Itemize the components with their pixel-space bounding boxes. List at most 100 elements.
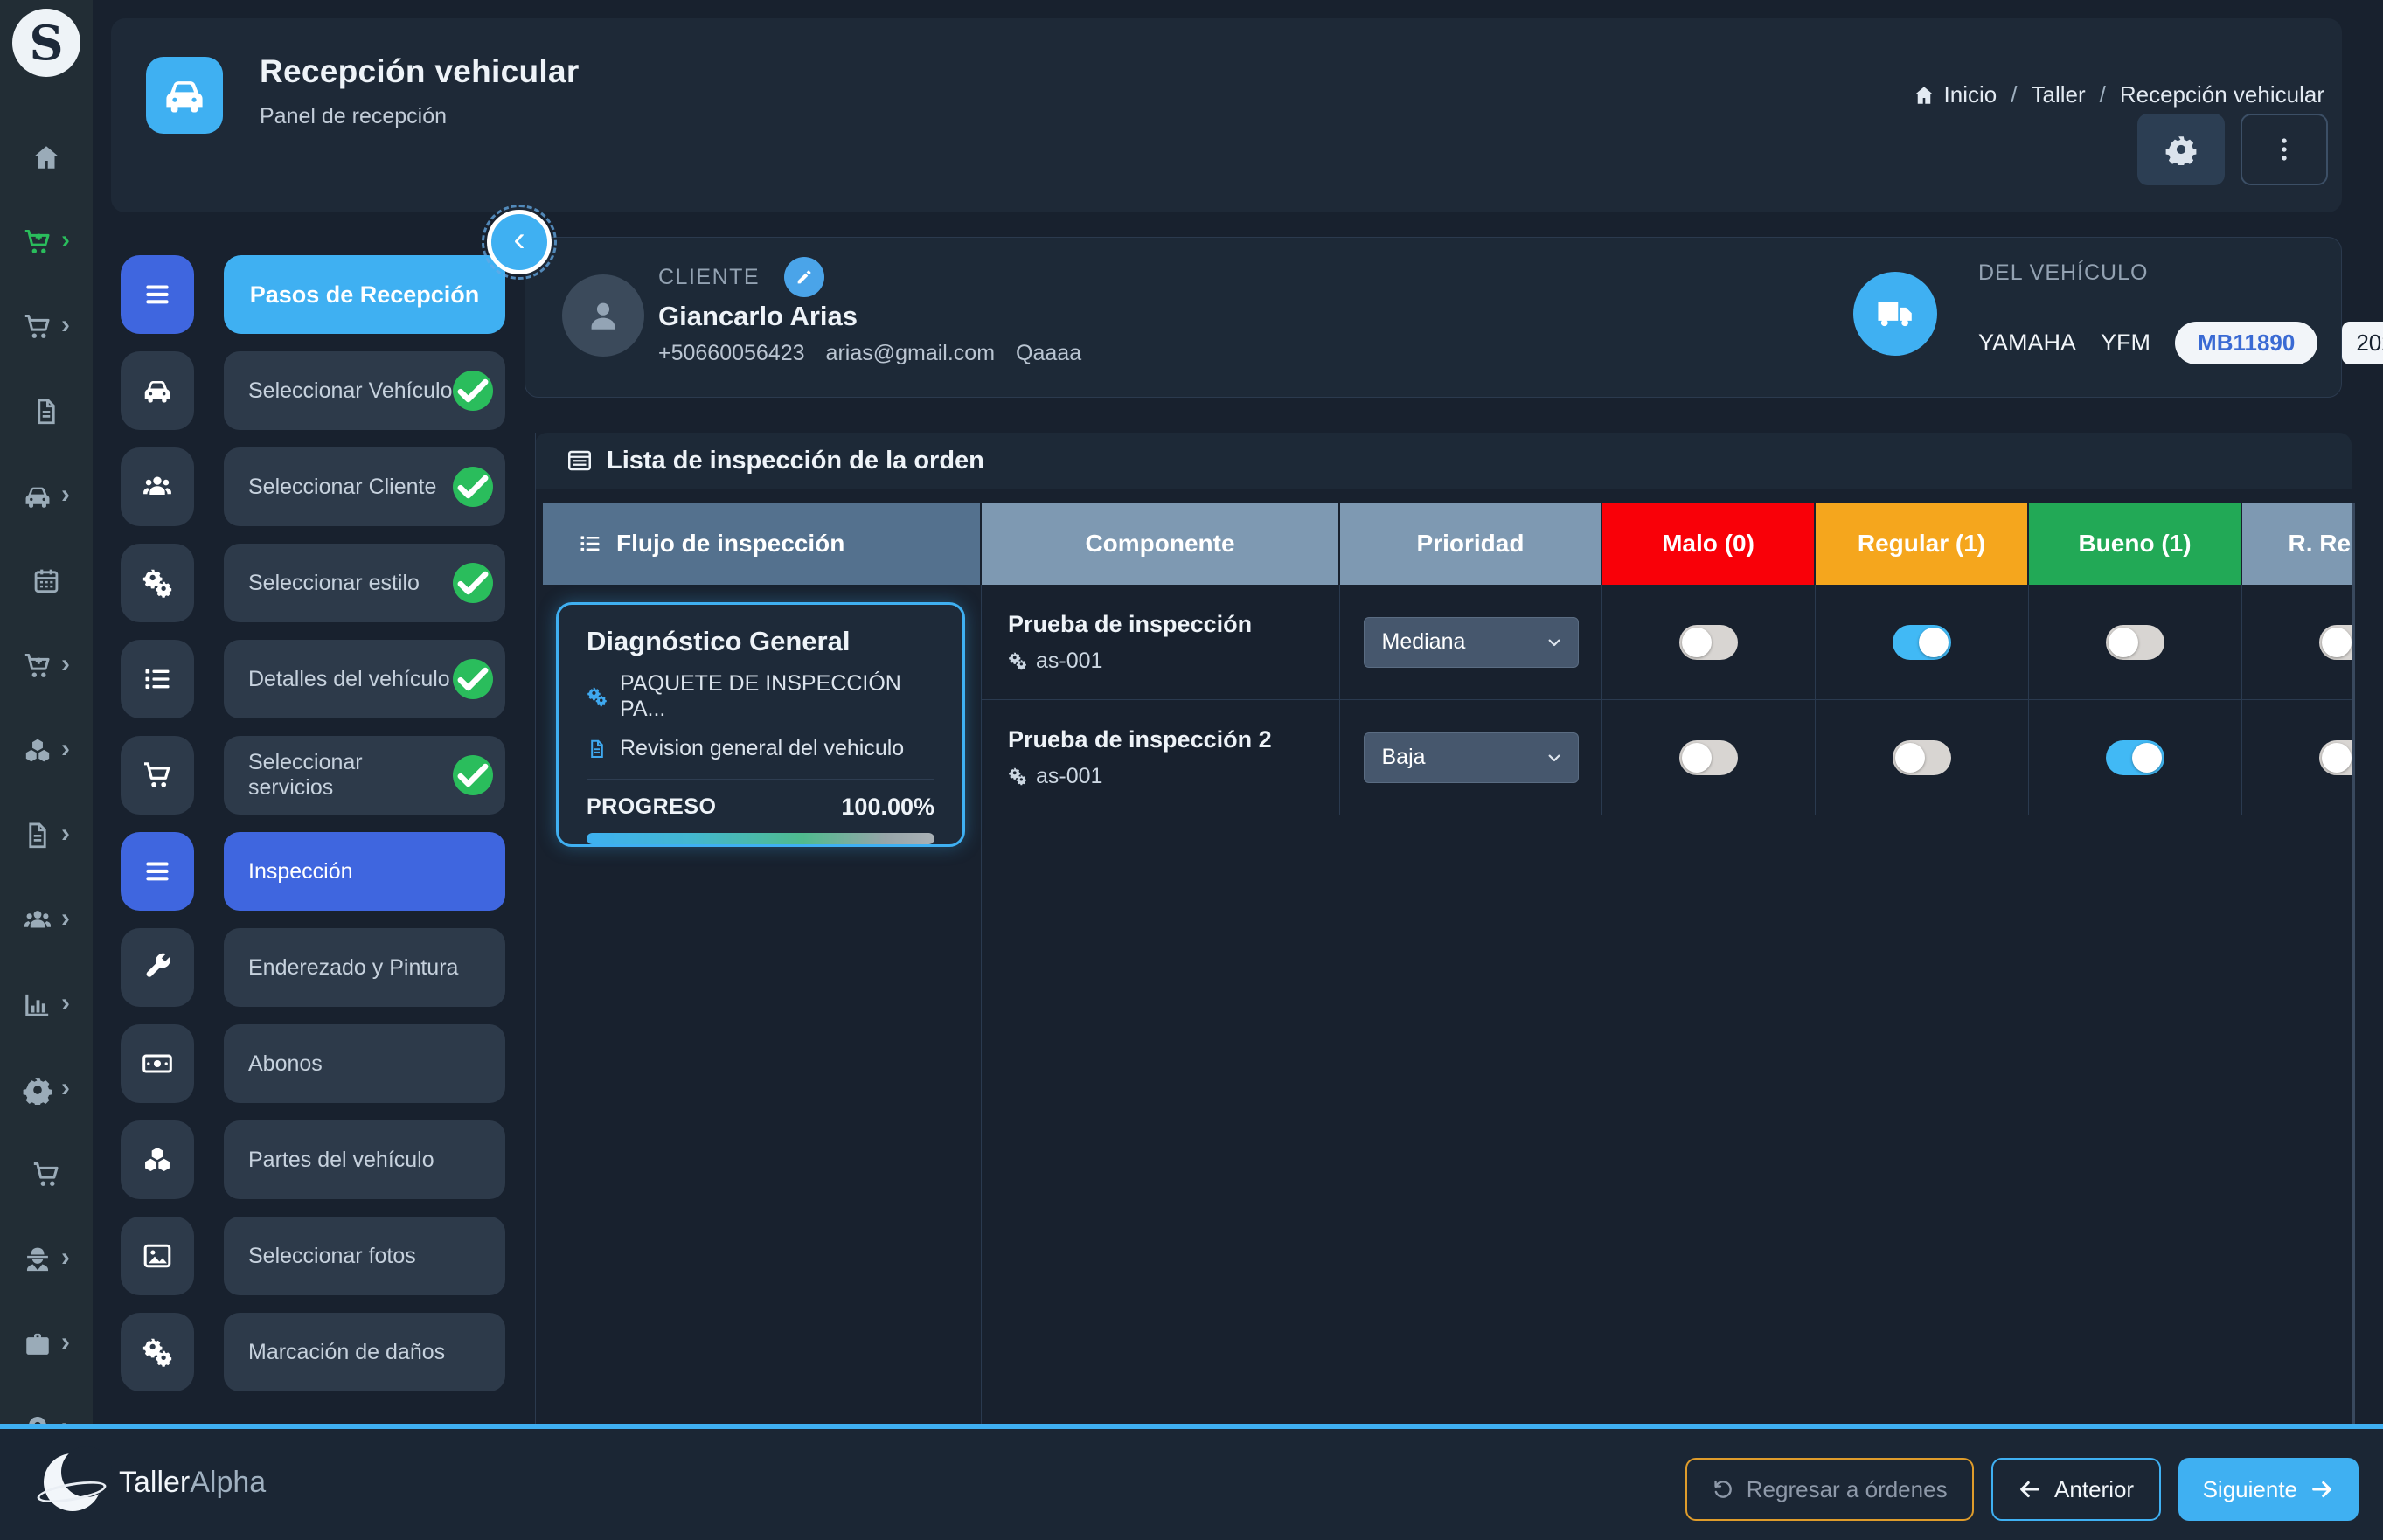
sidebar-item-cubes-8[interactable]: › [0,723,93,779]
chevron-right-icon: › [61,651,70,677]
step-seleccionar-fotos[interactable]: Seleccionar fotos [224,1217,505,1295]
sidebar-item-cart-plus-2[interactable]: › [0,214,93,270]
table-row-component: Prueba de inspección 2as-001 [982,700,1340,815]
toggle-reempl[interactable] [2319,625,2352,660]
file-icon [587,739,608,760]
chevron-down-icon [1545,633,1564,652]
cart-plus-icon [23,227,52,257]
chevron-down-icon [1545,748,1564,767]
steps-rail-money-9[interactable] [121,1024,194,1103]
undo-icon [1712,1478,1734,1501]
step-seleccionar-vehiculo[interactable]: Seleccionar Vehículo [224,351,505,430]
flow-card[interactable]: Diagnóstico General PAQUETE DE INSPECCIÓ… [556,602,965,847]
app-logo[interactable]: S [12,9,80,77]
sidebar-item-users-10[interactable]: › [0,892,93,948]
page-header-icon-badge [146,57,223,134]
steps-rail-list-5[interactable] [121,640,194,718]
settings-button[interactable] [2137,114,2225,185]
briefcase-icon [23,1329,52,1359]
table-scrollbar[interactable] [2352,503,2355,1424]
cubes-icon [142,1144,173,1176]
vehicle-plate-badge: MB11890 [2175,322,2317,364]
app-logo-letter: S [30,15,64,71]
steps-rail-cart-6[interactable] [121,736,194,815]
step-label: Marcación de daños [248,1340,445,1365]
step-marcacion-de-danos[interactable]: Marcación de daños [224,1313,505,1391]
cart-icon [23,312,52,342]
calendar-icon [31,566,61,596]
steps-rail-image-11[interactable] [121,1217,194,1295]
orbit-ring [36,1477,108,1507]
sidebar-item-calendar-6[interactable] [0,553,93,609]
steps-rail-users-3[interactable] [121,447,194,526]
more-options-button[interactable] [2241,114,2328,185]
step-label: Seleccionar Vehículo [248,378,452,404]
sidebar-item-spy-14[interactable]: › [0,1231,93,1287]
steps-rail-cogs-12[interactable] [121,1313,194,1391]
toggle-malo[interactable] [1679,625,1738,660]
component-name: Prueba de inspección [1008,611,1252,638]
cart-plus-icon [23,651,52,681]
sidebar-item-briefcase-15[interactable]: › [0,1316,93,1372]
step-detalles-del-vehiculo[interactable]: Detalles del vehículo [224,640,505,718]
steps-rail-cogs-4[interactable] [121,544,194,622]
steps-rail-cubes-10[interactable] [121,1120,194,1199]
steps-rail-menu-1[interactable] [121,255,194,334]
image-icon [142,1240,173,1272]
previous-button[interactable]: Anterior [1991,1458,2161,1521]
sidebar-item-home-1[interactable] [0,129,93,185]
car-icon [23,482,52,511]
gear-icon [23,1075,52,1105]
step-seleccionar-servicios[interactable]: Seleccionar servicios [224,736,505,815]
chevron-left-icon: ‹ [513,220,525,260]
collapse-panel-button[interactable]: ‹ [487,210,552,274]
sidebar-item-file-4[interactable] [0,384,93,440]
chevron-right-icon: › [61,227,70,253]
footer-buttons: Regresar a órdenes Anterior Siguiente [1685,1458,2359,1521]
step-partes-del-vehiculo[interactable]: Partes del vehículo [224,1120,505,1199]
steps-rail-car-2[interactable] [121,351,194,430]
step-seleccionar-cliente[interactable]: Seleccionar Cliente [224,447,505,526]
flow-progress-row: PROGRESO 100.00% [587,794,934,821]
step-abonos[interactable]: Abonos [224,1024,505,1103]
steps-header[interactable]: Pasos de Recepción [224,255,505,334]
toggle-regular[interactable] [1893,740,1951,775]
toggle-malo[interactable] [1679,740,1738,775]
home-icon [31,142,61,172]
gear-icon [2165,134,2197,165]
flow-card-package: PAQUETE DE INSPECCIÓN PA... [620,671,934,722]
breadcrumb-taller[interactable]: Taller [2031,81,2085,108]
toggle-bueno[interactable] [2106,625,2164,660]
check-icon [453,755,493,795]
header-actions [2137,114,2328,185]
client-note: Qaaaa [1016,341,1081,366]
component-code: as-001 [1036,649,1102,674]
toggle-regular[interactable] [1893,625,1951,660]
table-row-component: Prueba de inspección as-001 [982,585,1340,700]
sidebar-item-cart-plus-7[interactable]: › [0,638,93,694]
back-to-orders-button[interactable]: Regresar a órdenes [1685,1458,1974,1521]
step-inspeccion[interactable]: Inspección [224,832,505,911]
sidebar-item-pin-16[interactable]: › [0,1401,93,1426]
next-button[interactable]: Siguiente [2178,1458,2359,1521]
sidebar-item-car-5[interactable]: › [0,468,93,524]
priority-select[interactable]: Mediana [1364,617,1579,668]
sidebar-item-chart-11[interactable]: › [0,977,93,1033]
divider [587,779,934,780]
steps-rail-menu-7[interactable] [121,832,194,911]
toggle-bueno[interactable] [2106,740,2164,775]
steps-rail-wrench-8[interactable] [121,928,194,1007]
sidebar-item-file-9[interactable]: › [0,808,93,864]
cogs-icon [1008,651,1027,670]
step-enderezado-y-pintura[interactable]: Enderezado y Pintura [224,928,505,1007]
step-seleccionar-estilo[interactable]: Seleccionar estilo [224,544,505,622]
breadcrumb-inicio[interactable]: Inicio [1913,81,1997,108]
edit-client-button[interactable] [784,257,824,297]
toggle-reempl[interactable] [2319,740,2352,775]
toggle-knob [1682,743,1712,773]
sidebar-item-gear-12[interactable]: › [0,1062,93,1118]
sidebar-item-cart-3[interactable]: › [0,299,93,355]
priority-select[interactable]: Baja [1364,732,1579,783]
sidebar-item-cart-13[interactable] [0,1147,93,1203]
toggle-knob [2109,628,2138,657]
